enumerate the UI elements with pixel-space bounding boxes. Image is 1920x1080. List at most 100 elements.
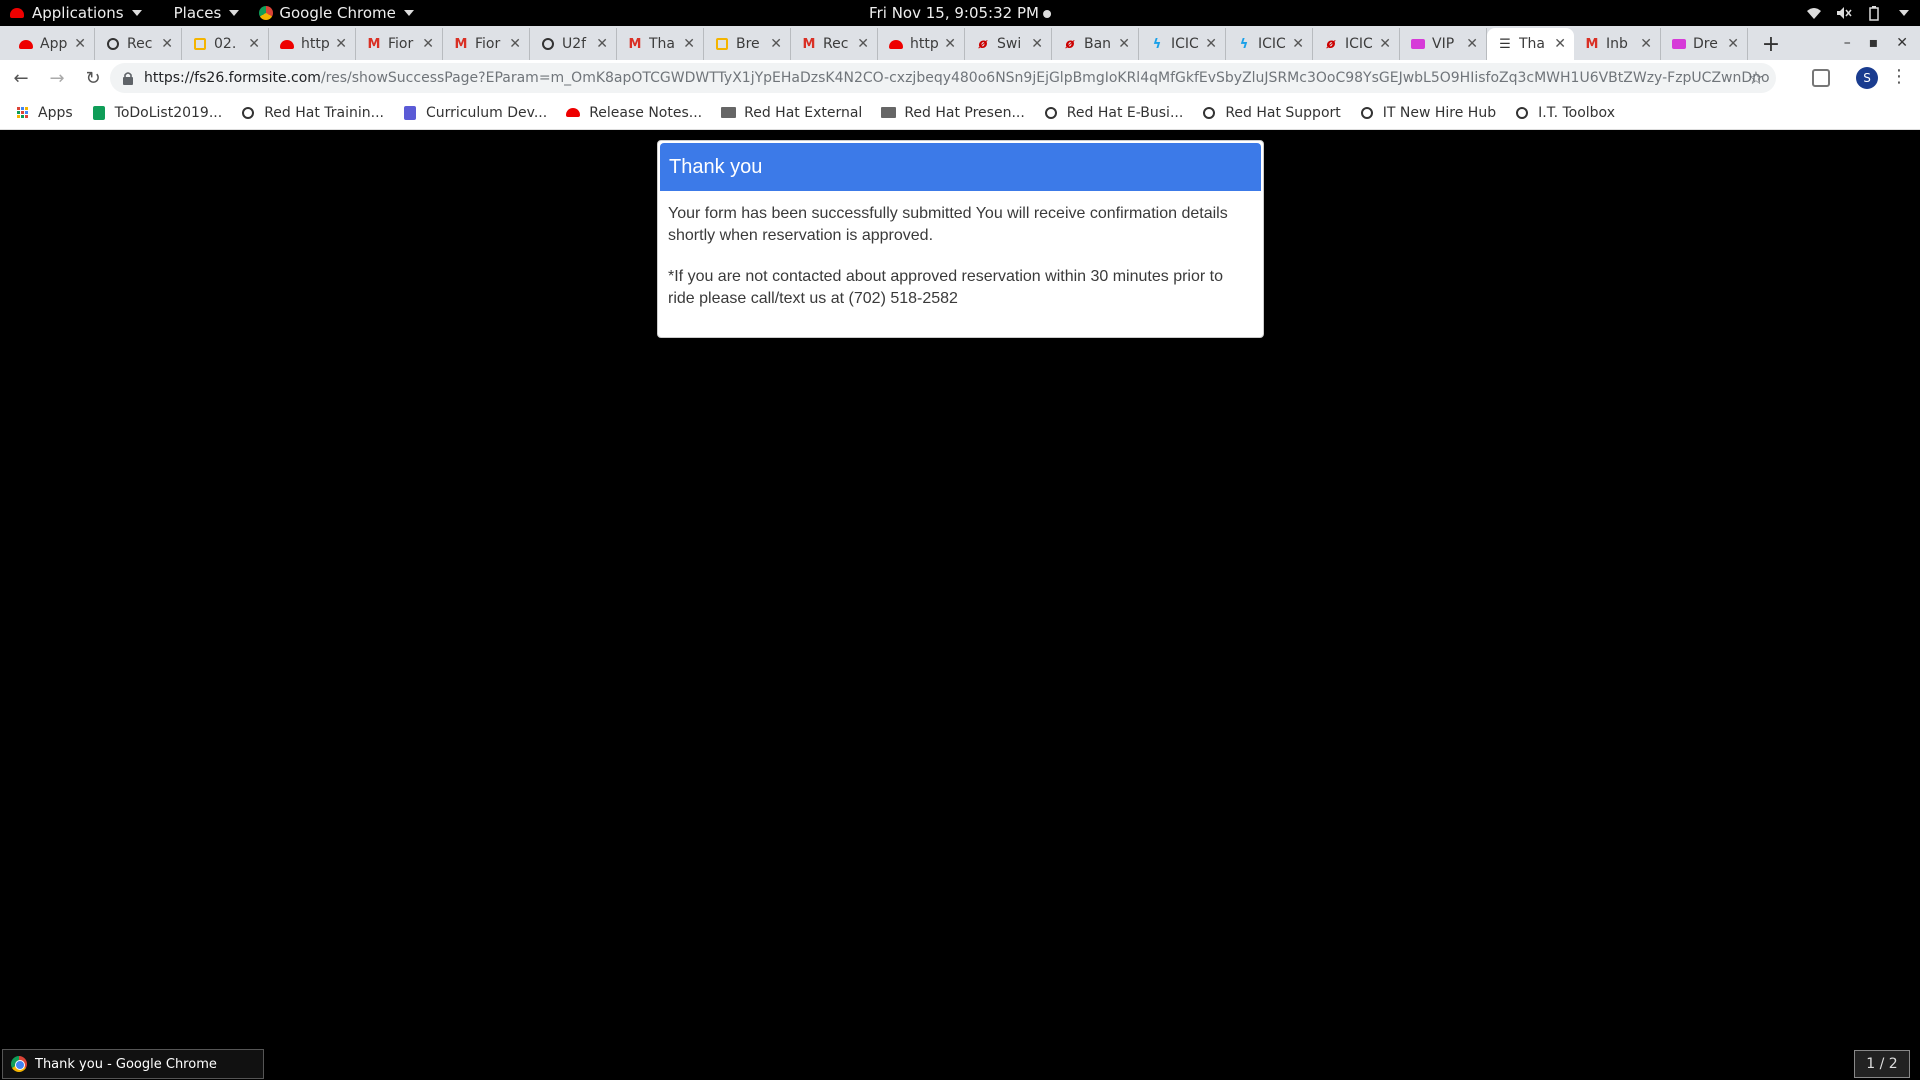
browser-tab[interactable]: M Fior ✕ bbox=[443, 28, 530, 60]
tab-title: ICIC bbox=[1345, 36, 1373, 52]
forward-button[interactable]: → bbox=[42, 63, 72, 93]
bookmark-star-icon[interactable]: ☆ bbox=[1748, 68, 1764, 89]
gmail-icon: M bbox=[454, 36, 468, 52]
bookmark-item[interactable]: ToDoList2019... bbox=[91, 105, 222, 121]
gnome-top-bar: Applications Places Google Chrome Fri No… bbox=[0, 0, 1920, 26]
close-tab-icon[interactable]: ✕ bbox=[770, 36, 782, 52]
taskbar-window-item[interactable]: Thank you - Google Chrome bbox=[2, 1049, 264, 1079]
close-tab-icon[interactable]: ✕ bbox=[1640, 36, 1652, 52]
close-tab-icon[interactable]: ✕ bbox=[161, 36, 173, 52]
browser-tab[interactable]: Dre ✕ bbox=[1661, 28, 1748, 60]
bookmark-item[interactable]: Red Hat Trainin... bbox=[240, 105, 384, 121]
new-tab-button[interactable]: + bbox=[1754, 28, 1788, 60]
places-menu[interactable]: Places bbox=[164, 0, 250, 26]
bookmark-item[interactable]: Release Notes... bbox=[565, 105, 702, 121]
close-tab-icon[interactable]: ✕ bbox=[74, 36, 86, 52]
bookmark-label: Red Hat Support bbox=[1225, 104, 1341, 121]
close-tab-icon[interactable]: ✕ bbox=[1031, 36, 1043, 52]
close-tab-icon[interactable]: ✕ bbox=[596, 36, 608, 52]
browser-tab[interactable]: ø ICIC ✕ bbox=[1313, 28, 1400, 60]
close-tab-icon[interactable]: ✕ bbox=[944, 36, 956, 52]
close-tab-icon[interactable]: ✕ bbox=[509, 36, 521, 52]
browser-tab[interactable]: App ✕ bbox=[8, 28, 95, 60]
browser-tab[interactable]: U2f ✕ bbox=[530, 28, 617, 60]
video-icon bbox=[1410, 36, 1426, 52]
close-tab-icon[interactable]: ✕ bbox=[1466, 36, 1478, 52]
browser-tab[interactable]: ϟ ICIC ✕ bbox=[1139, 28, 1226, 60]
browser-tab[interactable]: VIP ✕ bbox=[1400, 28, 1487, 60]
close-tab-icon[interactable]: ✕ bbox=[1554, 36, 1566, 52]
browser-tab[interactable]: 02. ✕ bbox=[182, 28, 269, 60]
tab-title: Ban bbox=[1084, 36, 1112, 52]
browser-tab[interactable]: ø Swi ✕ bbox=[965, 28, 1052, 60]
profile-avatar[interactable]: S bbox=[1856, 67, 1878, 89]
close-tab-icon[interactable]: ✕ bbox=[1118, 36, 1130, 52]
close-tab-icon[interactable]: ✕ bbox=[857, 36, 869, 52]
tab-title: http bbox=[910, 36, 939, 52]
bookmark-item[interactable]: Red Hat Support bbox=[1201, 104, 1341, 121]
browser-tab[interactable]: M Rec ✕ bbox=[791, 28, 878, 60]
bookmark-item[interactable]: Apps bbox=[14, 105, 73, 121]
globe-icon bbox=[1043, 105, 1059, 121]
system-tray[interactable] bbox=[1806, 0, 1912, 26]
applications-menu[interactable]: Applications bbox=[0, 0, 152, 26]
close-tab-icon[interactable]: ✕ bbox=[683, 36, 695, 52]
window-controls: – ▪ ✕ bbox=[1844, 26, 1920, 60]
browser-tab[interactable]: ø Ban ✕ bbox=[1052, 28, 1139, 60]
workspace-indicator[interactable]: 1 / 2 bbox=[1854, 1050, 1910, 1078]
close-tab-icon[interactable]: ✕ bbox=[1205, 36, 1217, 52]
clock[interactable]: Fri Nov 15, 9:05:32 PM bbox=[869, 4, 1051, 22]
close-tab-icon[interactable]: ✕ bbox=[335, 36, 347, 52]
wifi-icon bbox=[1806, 5, 1822, 21]
globe-icon bbox=[105, 36, 121, 52]
browser-tab[interactable]: http ✕ bbox=[878, 28, 965, 60]
tab-title: Bre bbox=[736, 36, 760, 52]
app-menu-label: Google Chrome bbox=[279, 4, 396, 22]
tab-title: Rec bbox=[127, 36, 153, 52]
bookmark-item[interactable]: Curriculum Dev... bbox=[402, 105, 547, 121]
browser-tab[interactable]: Rec ✕ bbox=[95, 28, 182, 60]
close-window-icon[interactable]: ✕ bbox=[1896, 35, 1908, 51]
more-menu-icon[interactable]: ⋮ bbox=[1890, 66, 1908, 87]
slides-icon bbox=[714, 36, 730, 52]
globe-icon bbox=[240, 105, 256, 121]
browser-tab[interactable]: ϟ ICIC ✕ bbox=[1226, 28, 1313, 60]
globe-icon bbox=[1359, 105, 1375, 121]
reload-button[interactable]: ↻ bbox=[78, 63, 108, 93]
minimize-icon[interactable]: – bbox=[1844, 35, 1851, 51]
browser-tab[interactable]: M Tha ✕ bbox=[617, 28, 704, 60]
bookmark-item[interactable]: IT New Hire Hub bbox=[1359, 105, 1496, 121]
close-tab-icon[interactable]: ✕ bbox=[1727, 36, 1739, 52]
success-card: Thank you Your form has been successfull… bbox=[657, 140, 1264, 338]
browser-tab[interactable]: M Inb ✕ bbox=[1574, 28, 1661, 60]
app-menu[interactable]: Google Chrome bbox=[249, 0, 424, 26]
bookmark-item[interactable]: Red Hat Presen... bbox=[880, 105, 1025, 121]
address-bar[interactable]: https://fs26.formsite.com/res/showSucces… bbox=[110, 63, 1776, 93]
back-button[interactable]: ← bbox=[6, 63, 36, 93]
bookmark-item[interactable]: Red Hat E-Busi... bbox=[1043, 105, 1183, 121]
browser-tab[interactable]: Bre ✕ bbox=[704, 28, 791, 60]
bookmark-item[interactable]: Red Hat External bbox=[720, 105, 862, 121]
close-tab-icon[interactable]: ✕ bbox=[1379, 36, 1391, 52]
globe-icon bbox=[540, 36, 556, 52]
tab-title: Dre bbox=[1693, 36, 1718, 52]
bookmark-label: IT New Hire Hub bbox=[1382, 104, 1497, 121]
close-tab-icon[interactable]: ✕ bbox=[248, 36, 260, 52]
maximize-icon[interactable]: ▪ bbox=[1869, 35, 1879, 51]
bolt-icon: ϟ bbox=[1152, 36, 1162, 52]
bookmark-item[interactable]: I.T. Toolbox bbox=[1514, 105, 1615, 121]
extension-icon[interactable] bbox=[1812, 69, 1830, 87]
tab-title: Fior bbox=[388, 36, 414, 52]
applications-label: Applications bbox=[32, 4, 124, 22]
video-icon bbox=[1671, 36, 1687, 52]
tab-title: ICIC bbox=[1258, 36, 1286, 52]
close-tab-icon[interactable]: ✕ bbox=[422, 36, 434, 52]
gmail-icon: M bbox=[1585, 36, 1599, 52]
close-tab-icon[interactable]: ✕ bbox=[1292, 36, 1304, 52]
browser-tab[interactable]: ☰ Tha ✕ bbox=[1487, 28, 1574, 60]
lock-icon bbox=[123, 72, 133, 85]
browser-tab[interactable]: http ✕ bbox=[269, 28, 356, 60]
notification-dot-icon bbox=[1042, 9, 1051, 18]
browser-tab[interactable]: M Fior ✕ bbox=[356, 28, 443, 60]
tab-title: http bbox=[301, 36, 330, 52]
